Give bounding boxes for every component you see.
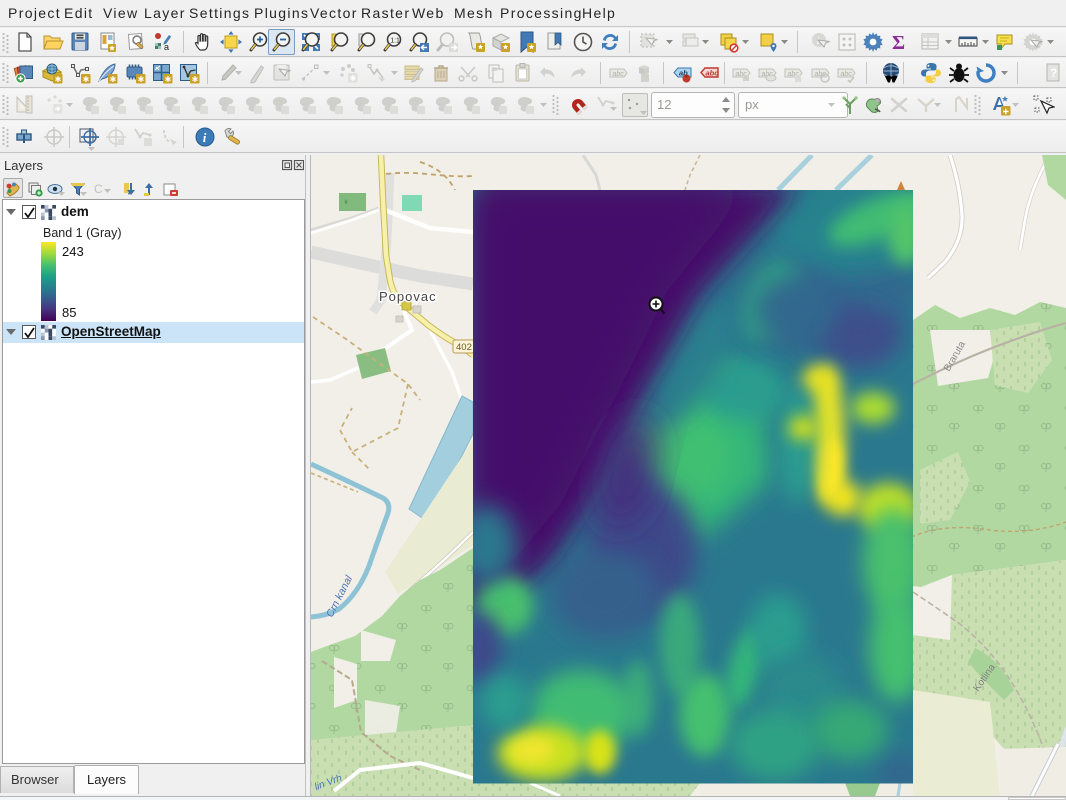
svg-text:✱: ✱ (55, 75, 62, 84)
svg-text:✱: ✱ (110, 75, 117, 84)
svg-text:✱: ✱ (165, 75, 172, 84)
svg-text:i: i (203, 130, 207, 145)
svg-text:✱: ✱ (83, 75, 90, 84)
svg-text:a: a (164, 42, 169, 52)
svg-text:abc: abc (613, 71, 625, 78)
svg-text:402: 402 (456, 342, 472, 353)
svg-text:1:1: 1:1 (390, 38, 400, 45)
svg-text:✱: ✱ (138, 75, 145, 84)
svg-text:abc: abc (706, 69, 720, 78)
svg-text:Σ: Σ (892, 32, 905, 54)
svg-text:?: ? (1050, 66, 1057, 80)
svg-text:abc: abc (841, 71, 853, 78)
svg-text:Popovac: Popovac (379, 289, 437, 304)
svg-text:✱: ✱ (350, 74, 357, 83)
svg-text:✱: ✱ (192, 75, 199, 84)
svg-text:C: C (94, 182, 103, 196)
